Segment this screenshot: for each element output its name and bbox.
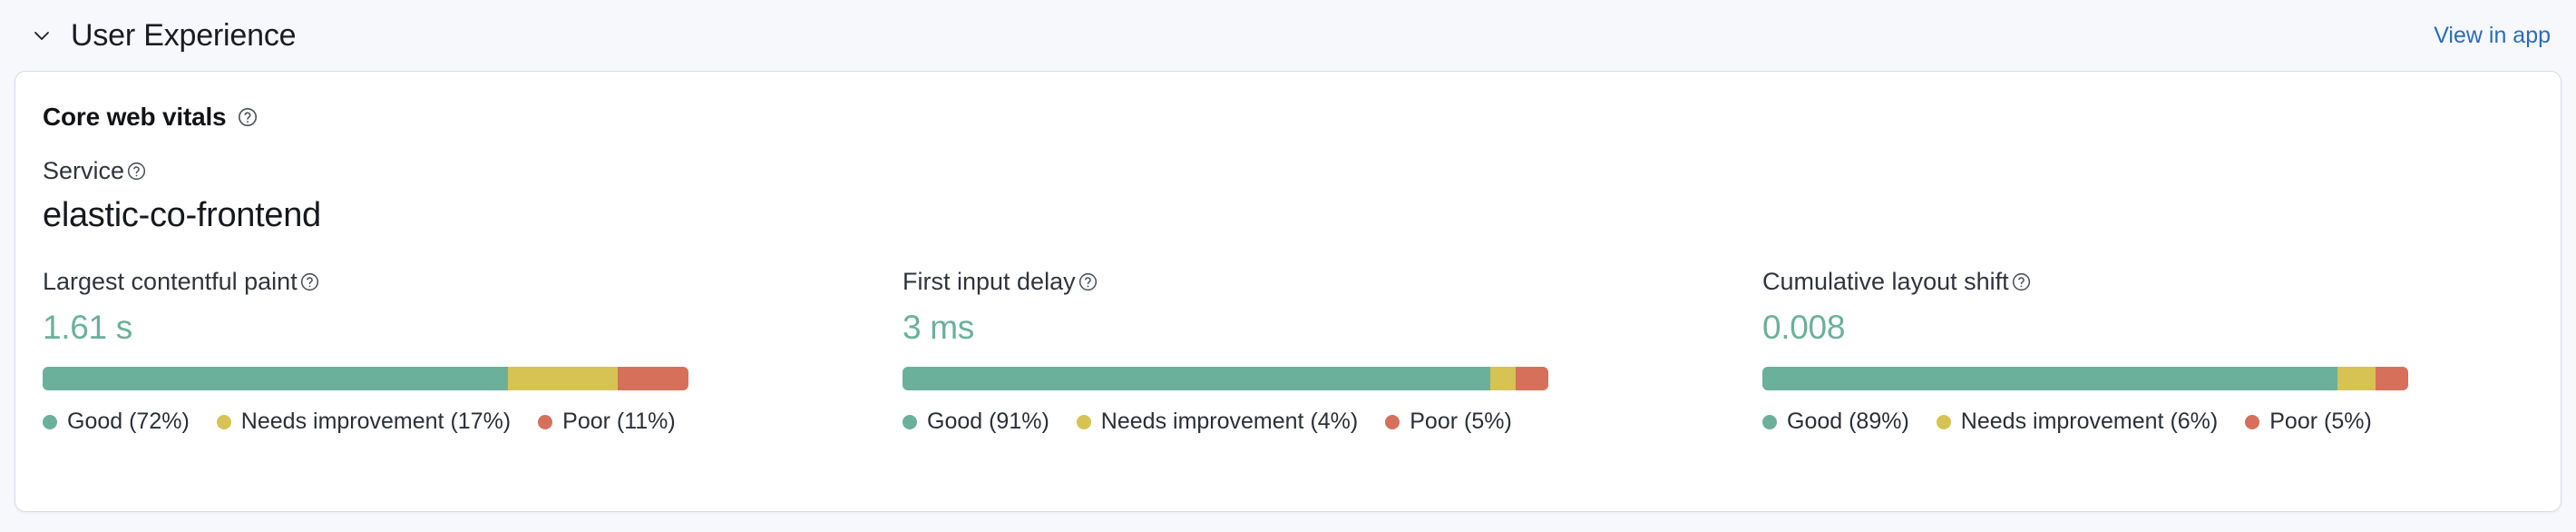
metric-distribution-bar: [903, 367, 1548, 390]
bar-segment-poor: [1516, 367, 1548, 390]
legend-item-needs-improvement: Needs improvement (17%): [216, 409, 512, 435]
metric-legend: Good (91%) Needs improvement (4%) Poor (…: [903, 409, 1548, 435]
legend-label-poor: Poor (5%): [1410, 409, 1512, 434]
service-value: elastic-co-frontend: [43, 196, 321, 234]
legend-item-good: Good (89%): [1762, 409, 1909, 435]
metric-largest-contentful-paint: Largest contentful paint 1.61 s Good (72…: [43, 268, 688, 435]
view-in-app-link[interactable]: View in app: [2434, 23, 2551, 49]
legend-dot-good-icon: [903, 414, 917, 429]
section-header: User Experience View in app: [0, 0, 2576, 71]
help-circle-icon[interactable]: [299, 271, 320, 292]
metric-label-row: First input delay: [903, 268, 1548, 296]
bar-segment-needs-improvement: [2337, 367, 2376, 390]
chevron-down-icon[interactable]: [25, 19, 58, 52]
help-circle-icon[interactable]: [126, 161, 147, 182]
metric-distribution-bar: [1762, 367, 2408, 390]
help-circle-icon[interactable]: [2011, 271, 2032, 292]
metric-value: 1.61 s: [43, 309, 132, 346]
legend-item-poor: Poor (5%): [1385, 409, 1512, 435]
legend-dot-needs-improvement-icon: [1076, 414, 1091, 429]
legend-item-poor: Poor (5%): [2245, 409, 2372, 435]
service-label-row: Service: [43, 157, 2533, 185]
legend-dot-poor-icon: [538, 414, 553, 429]
legend-dot-poor-icon: [1385, 414, 1400, 429]
legend-label-needs-improvement: Needs improvement (4%): [1100, 409, 1359, 434]
bar-segment-needs-improvement: [1489, 367, 1517, 390]
service-label: Service: [43, 157, 125, 184]
legend-label-good: Good (89%): [1787, 409, 1909, 434]
metric-label-row: Largest contentful paint: [43, 268, 688, 296]
core-web-vitals-panel: Core web vitals Service elastic-co-front…: [15, 71, 2561, 512]
metric-value: 3 ms: [903, 309, 974, 346]
metric-first-input-delay: First input delay 3 ms Good (91%) Needs …: [903, 268, 1548, 435]
legend-item-good: Good (72%): [43, 409, 190, 435]
legend-dot-good-icon: [43, 414, 57, 429]
legend-item-needs-improvement: Needs improvement (6%): [1936, 409, 2219, 435]
legend-label-good: Good (72%): [67, 409, 190, 434]
legend-dot-needs-improvement-icon: [1936, 414, 1951, 429]
legend-dot-needs-improvement-icon: [216, 414, 231, 429]
metric-label: Cumulative layout shift: [1762, 268, 2009, 295]
legend-dot-poor-icon: [2245, 414, 2260, 429]
metric-value: 0.008: [1762, 309, 1846, 346]
metrics-row: Largest contentful paint 1.61 s Good (72…: [43, 268, 2533, 435]
metric-legend: Good (89%) Needs improvement (6%) Poor (…: [1762, 409, 2408, 435]
bar-segment-good: [1762, 367, 2337, 390]
bar-segment-good: [43, 367, 508, 390]
panel-title: Core web vitals: [43, 103, 2533, 132]
metric-label-row: Cumulative layout shift: [1762, 268, 2408, 296]
bar-segment-good: [903, 367, 1490, 390]
bar-segment-poor: [617, 367, 688, 390]
metric-label: First input delay: [903, 268, 1076, 295]
metric-cumulative-layout-shift: Cumulative layout shift 0.008 Good (89%)…: [1762, 268, 2408, 435]
panel-title-label: Core web vitals: [43, 103, 227, 131]
legend-label-good: Good (91%): [927, 409, 1049, 434]
legend-item-good: Good (91%): [903, 409, 1049, 435]
bar-segment-poor: [2376, 367, 2408, 390]
legend-label-needs-improvement: Needs improvement (6%): [1960, 409, 2219, 434]
metric-label: Largest contentful paint: [43, 268, 298, 295]
legend-item-needs-improvement: Needs improvement (4%): [1076, 409, 1359, 435]
bar-segment-needs-improvement: [507, 367, 618, 390]
legend-dot-good-icon: [1762, 414, 1777, 429]
legend-item-poor: Poor (11%): [538, 409, 676, 435]
legend-label-poor: Poor (11%): [562, 409, 676, 434]
page-title: User Experience: [71, 17, 297, 53]
help-circle-icon[interactable]: [1078, 271, 1098, 292]
help-circle-icon[interactable]: [237, 106, 259, 128]
metric-legend: Good (72%) Needs improvement (17%) Poor …: [43, 409, 688, 435]
legend-label-needs-improvement: Needs improvement (17%): [240, 409, 512, 434]
legend-label-poor: Poor (5%): [2269, 409, 2372, 434]
metric-distribution-bar: [43, 367, 688, 390]
